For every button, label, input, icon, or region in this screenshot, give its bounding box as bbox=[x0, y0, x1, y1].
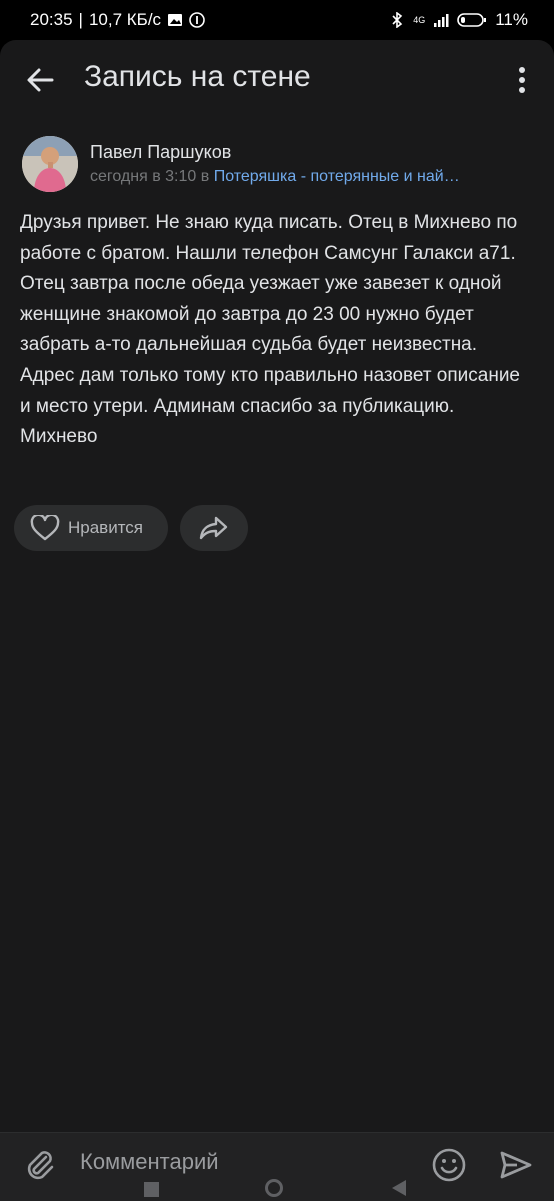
home-icon[interactable] bbox=[265, 1179, 283, 1197]
system-nav-bar bbox=[0, 1176, 554, 1200]
post-text: Друзья привет. Не знаю куда писать. Отец… bbox=[20, 212, 521, 448]
heart-icon bbox=[30, 515, 60, 541]
status-divider: | bbox=[78, 10, 83, 29]
signal-icon bbox=[434, 14, 449, 27]
post-actions: Нравится bbox=[14, 505, 248, 551]
comment-input[interactable]: Комментарий bbox=[80, 1149, 219, 1175]
battery-level: 11% bbox=[495, 10, 528, 29]
like-label: Нравится bbox=[68, 518, 144, 537]
post-meta: сегодня в 3:10 в Потеряшка - потерянные … bbox=[90, 168, 460, 186]
status-bar: 20:35 | 10,7 КБ/с 4G 11% bbox=[0, 0, 554, 40]
share-icon bbox=[199, 516, 228, 540]
image-notification-icon bbox=[168, 14, 183, 26]
author-name[interactable]: Павел Паршуков bbox=[90, 142, 231, 163]
post-time: сегодня в 3:10 в bbox=[90, 168, 210, 185]
status-speed: 10,7 КБ/с bbox=[88, 10, 162, 29]
post-author[interactable]: Павел Паршуков сегодня в 3:10 в Потеряшк… bbox=[22, 136, 460, 192]
app-screen: Запись на стене Павел Паршуков сегодня в… bbox=[0, 40, 554, 1132]
share-button[interactable] bbox=[180, 505, 248, 551]
status-time: 20:35 bbox=[30, 10, 73, 29]
avatar[interactable] bbox=[22, 136, 78, 192]
more-vertical-icon[interactable] bbox=[512, 64, 532, 96]
network-type: 4G bbox=[413, 15, 426, 25]
shield-icon bbox=[189, 12, 205, 28]
like-button[interactable]: Нравится bbox=[14, 505, 168, 551]
system-back-icon[interactable] bbox=[392, 1180, 406, 1196]
battery-icon bbox=[457, 13, 487, 27]
page-title: Запись на стене bbox=[84, 60, 311, 93]
recent-apps-icon[interactable] bbox=[144, 1182, 159, 1197]
back-arrow-icon[interactable] bbox=[24, 64, 56, 96]
group-link[interactable]: Потеряшка - потерянные и най… bbox=[214, 168, 460, 185]
bluetooth-icon bbox=[392, 12, 403, 28]
avatar-photo-icon bbox=[22, 136, 78, 192]
top-bar: Запись на стене bbox=[0, 40, 554, 120]
